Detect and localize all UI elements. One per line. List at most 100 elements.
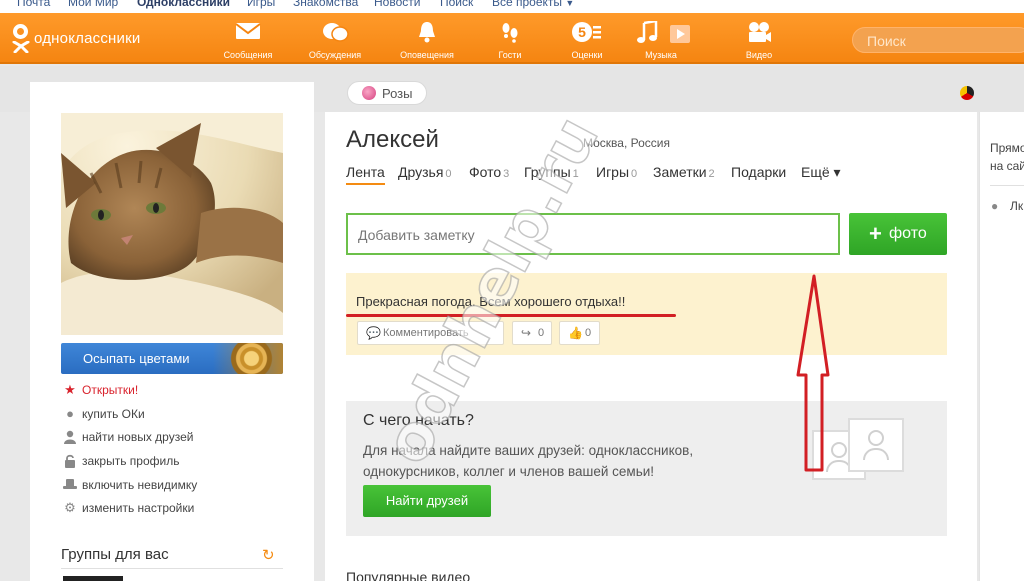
nav-messages-label: Сообщения — [223, 50, 273, 60]
right-promo-text: Прямо на сай — [990, 139, 1024, 175]
person-icon — [63, 430, 77, 445]
menu-find-friends[interactable]: найти новых друзей — [61, 428, 283, 452]
add-photo-button[interactable]: + фото — [849, 213, 947, 255]
add-photo-label: фото — [889, 225, 927, 242]
right-column — [979, 112, 1024, 581]
tab-feed-label: Лента — [346, 164, 385, 180]
all-projects-label: Все проекты — [492, 0, 563, 9]
divider — [990, 185, 1024, 186]
ok-logo-icon — [10, 24, 32, 54]
person-card-icon — [848, 418, 904, 472]
tab-more[interactable]: Ещё ▾ — [801, 164, 841, 181]
tab-groups[interactable]: Группы 1 — [524, 164, 579, 180]
nav-notifications-label: Оповещения — [400, 50, 454, 60]
tab-friends-count: 0 — [445, 168, 452, 180]
tab-games[interactable]: Игры 0 — [596, 164, 637, 180]
rating-5-icon: 5 — [552, 21, 622, 45]
footprints-icon — [475, 21, 545, 45]
link-games[interactable]: Игры — [247, 0, 275, 9]
coin-icon: ● — [66, 405, 74, 421]
nav-notifications[interactable]: Оповещения — [392, 21, 462, 61]
lock-icon — [63, 454, 77, 469]
nav-ratings[interactable]: 5 Оценки — [552, 21, 622, 61]
rose-icon — [362, 86, 376, 100]
nav-discussions[interactable]: Обсуждения — [300, 21, 370, 61]
menu-buy-oki[interactable]: ● купить ОКи — [61, 405, 283, 429]
roses-badge[interactable]: Розы — [347, 81, 427, 105]
menu-postcards[interactable]: ★ Открытки! — [61, 381, 283, 405]
nav-discussions-label: Обсуждения — [308, 50, 362, 60]
envelope-icon — [213, 21, 283, 45]
link-dating[interactable]: Знакомства — [293, 0, 358, 9]
like-count: 0 — [585, 327, 592, 339]
search-box[interactable] — [852, 27, 1024, 53]
comment-button[interactable]: 💬 Комментировать — [357, 321, 504, 345]
tab-games-label: Игры — [596, 164, 630, 180]
tab-feed[interactable]: Лента — [346, 164, 385, 185]
tab-notes[interactable]: Заметки 2 — [653, 164, 715, 180]
music-note-icon — [626, 19, 696, 45]
film-camera-icon — [724, 21, 794, 45]
nav-video[interactable]: Видео — [724, 21, 794, 61]
top-links-bar: Почта Мой Мир Одноклассники Игры Знакомс… — [0, 0, 1024, 13]
tab-groups-count: 1 — [572, 168, 579, 180]
nav-guests[interactable]: Гости — [475, 21, 545, 61]
menu-settings[interactable]: ⚙ изменить настройки — [61, 499, 283, 523]
getting-started-title: С чего начать? — [363, 412, 474, 429]
tab-gifts[interactable]: Подарки — [731, 164, 786, 180]
site-logo[interactable]: одноклассники — [10, 23, 160, 55]
menu-invisible-mode[interactable]: включить невидимку — [61, 476, 283, 500]
star-icon: ★ — [64, 382, 76, 397]
golden-rose-icon — [213, 343, 283, 374]
like-button[interactable]: 👍 0 — [559, 321, 600, 345]
popular-videos-title: Популярные видео — [346, 569, 471, 581]
plus-icon: + — [869, 221, 882, 246]
groups-title: Группы для вас — [61, 546, 169, 563]
tab-groups-label: Группы — [524, 164, 571, 180]
link-news[interactable]: Новости — [374, 0, 420, 9]
menu-postcards-label: Открытки! — [82, 383, 139, 397]
people-icon: ● — [991, 199, 999, 213]
tab-friends-label: Друзья — [398, 164, 444, 180]
group-thumbnail[interactable] — [63, 576, 123, 581]
right-line-3[interactable]: Лк — [1010, 199, 1023, 213]
link-odnoklassniki[interactable]: Одноклассники — [137, 0, 230, 9]
status-text: Прекрасная погода. Всем хорошего отдыха!… — [356, 294, 626, 309]
tab-photos-count: 3 — [503, 168, 510, 180]
right-line-2: на сай — [990, 159, 1024, 173]
search-input[interactable] — [867, 32, 1017, 50]
link-all-projects[interactable]: Все проекты ▼ — [492, 0, 574, 9]
tab-friends[interactable]: Друзья 0 — [398, 164, 452, 180]
tab-photos[interactable]: Фото 3 — [469, 164, 509, 180]
caret-down-icon: ▼ — [565, 0, 575, 8]
add-note-field[interactable]: Добавить заметку — [346, 213, 840, 255]
avatar[interactable] — [61, 113, 283, 335]
menu-invisible-mode-label: включить невидимку — [82, 477, 198, 492]
nav-video-label: Видео — [745, 50, 773, 60]
share-button[interactable]: ↪ 0 — [512, 321, 552, 345]
left-menu: ★ Открытки! ● купить ОКи найти новых друзе… — [61, 381, 283, 523]
nav-messages[interactable]: Сообщения — [213, 21, 283, 61]
chat-bubbles-icon — [300, 21, 370, 45]
link-search[interactable]: Поиск — [440, 0, 473, 9]
svg-text:5: 5 — [578, 24, 586, 40]
menu-close-profile[interactable]: закрыть профиль — [61, 452, 283, 476]
nav-music[interactable]: Музыка — [626, 19, 696, 61]
refresh-icon[interactable]: ↻ — [262, 546, 275, 564]
find-friends-button[interactable]: Найти друзей — [363, 485, 491, 517]
menu-settings-label: изменить настройки — [82, 501, 195, 516]
like-icon: 👍 — [568, 326, 583, 340]
menu-find-friends-label: найти новых друзей — [82, 430, 194, 445]
hat-icon — [63, 478, 77, 492]
add-note-placeholder: Добавить заметку — [358, 227, 475, 243]
shower-flowers-button[interactable]: Осыпать цветами — [61, 343, 283, 374]
menu-buy-oki-label: купить ОКи — [82, 406, 145, 421]
gear-icon: ⚙ — [64, 500, 76, 516]
tab-more-label: Ещё ▾ — [801, 164, 841, 180]
language-flag-icon[interactable] — [960, 86, 974, 100]
tab-photos-label: Фото — [469, 164, 502, 180]
nav-guests-label: Гости — [498, 50, 522, 60]
link-moi-mir[interactable]: Мой Мир — [68, 0, 118, 9]
link-mail[interactable]: Почта — [17, 0, 50, 9]
tab-notes-count: 2 — [708, 168, 715, 180]
